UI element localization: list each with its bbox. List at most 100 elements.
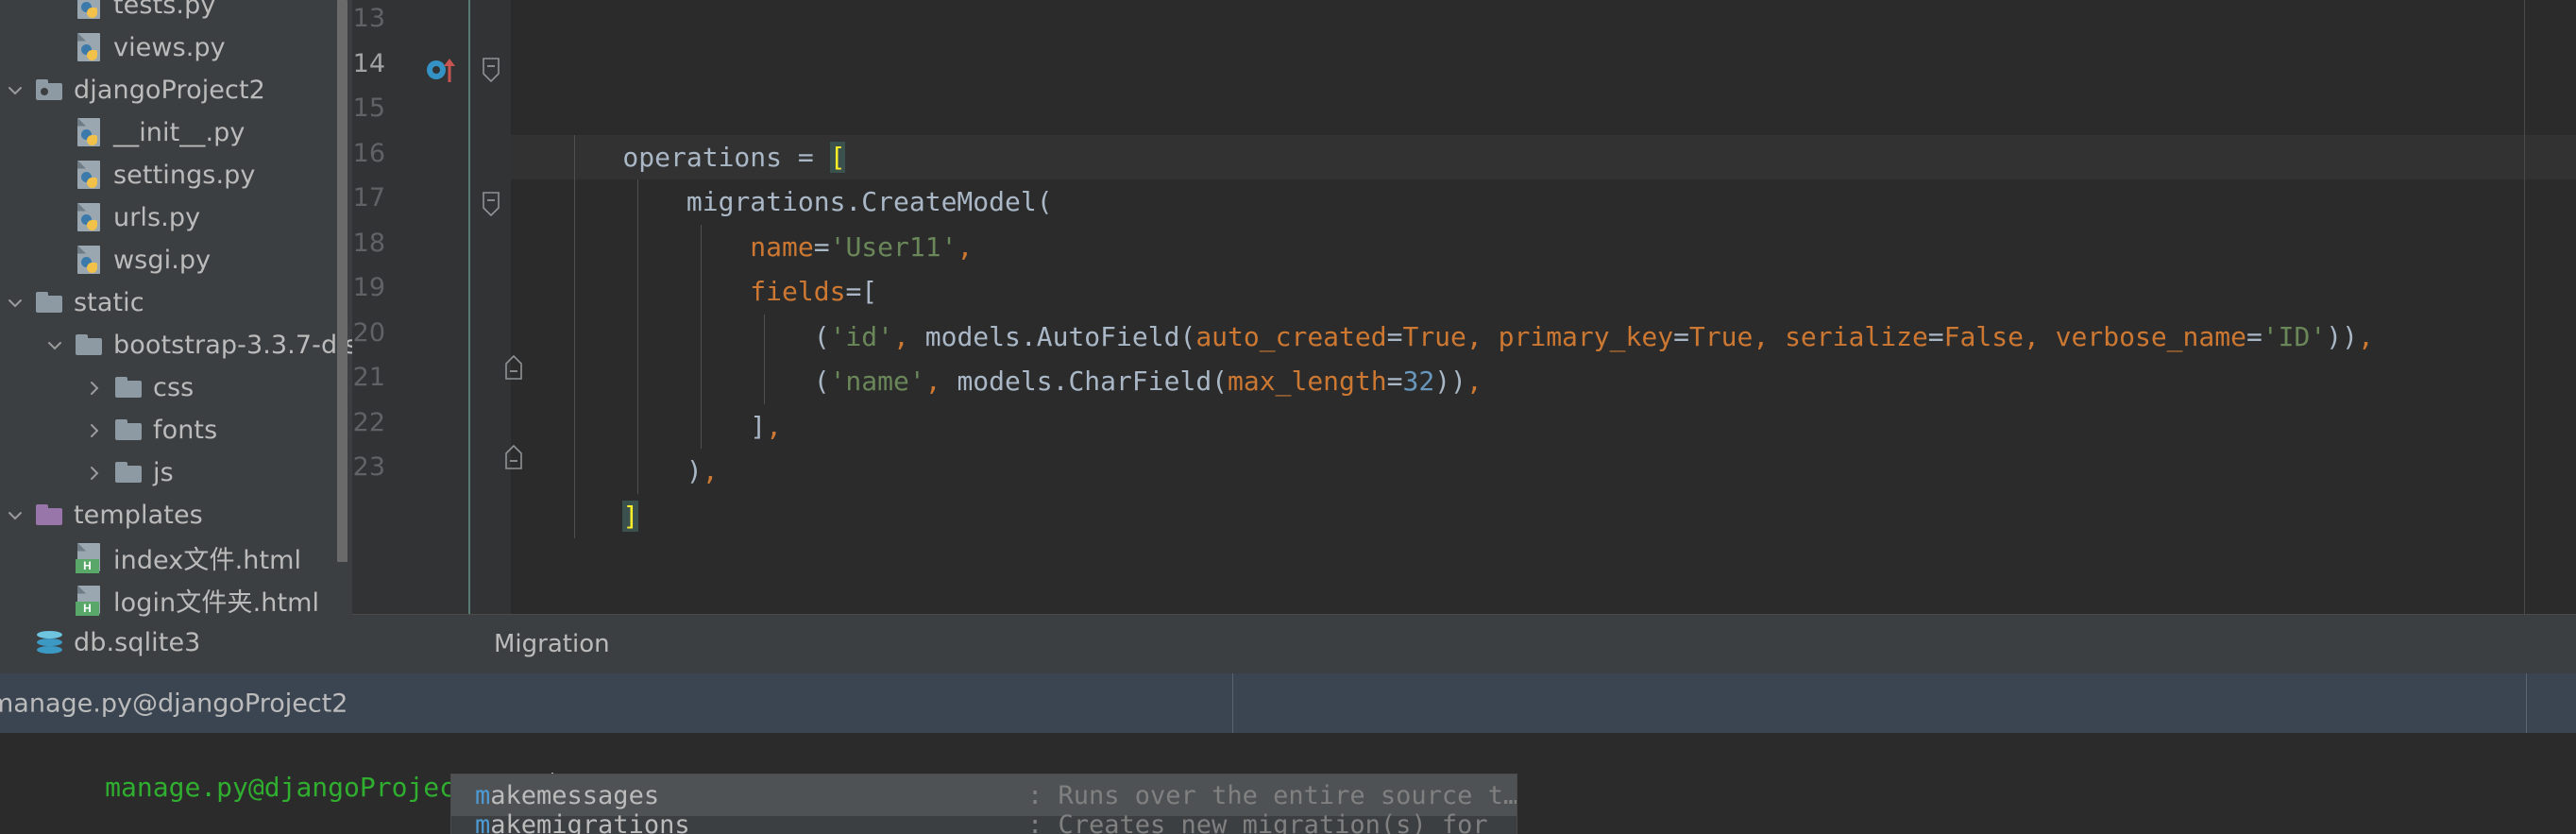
code-token: ,: [893, 320, 909, 352]
editor-code-area[interactable]: operations = [ migrations.CreateModel( n…: [511, 0, 2576, 614]
indent-guide: [637, 269, 638, 315]
code-editor[interactable]: 13 14 15 16 17 18 19 20 21 22 23 operations = [ mi…: [352, 0, 2576, 614]
chevron-right-icon[interactable]: [79, 464, 110, 483]
code-token: auto_created: [1195, 320, 1387, 352]
tree-item[interactable]: fonts: [0, 409, 352, 451]
toolwindow-tab-separator: [1232, 673, 1233, 733]
tree-item[interactable]: Hindex文件.html: [0, 536, 352, 579]
indent-guide: [764, 314, 765, 359]
code-token: False: [1943, 320, 2024, 352]
python-file-icon: [70, 160, 110, 191]
code-line[interactable]: ('name', models.CharField(max_length=32)…: [511, 359, 2576, 404]
tree-item[interactable]: templates: [0, 494, 352, 536]
tree-item[interactable]: db.sqlite3: [0, 621, 352, 664]
chevron-down-icon[interactable]: [0, 294, 30, 313]
indent-guide: [701, 359, 702, 404]
ide-window: tests.py views.py djangoProject2 __init__.p…: [0, 0, 2576, 834]
tree-item-label: wsgi.py: [113, 246, 212, 275]
indent-guide: [574, 269, 575, 315]
code-line[interactable]: name='User11',: [511, 224, 2576, 269]
code-line[interactable]: operations = [: [511, 134, 2576, 179]
code-token: ,: [957, 230, 974, 263]
tree-item[interactable]: views.py: [0, 26, 352, 69]
folder-icon: [110, 461, 149, 485]
line-number: 16: [352, 138, 385, 168]
tree-item-label: index文件.html: [113, 546, 302, 575]
code-token: migrations.CreateModel(: [559, 186, 1053, 217]
indent-guide: [637, 224, 638, 269]
code-token: 32: [1402, 366, 1435, 397]
tree-item-label: css: [153, 373, 195, 402]
tree-item[interactable]: urls.py: [0, 196, 352, 239]
code-line[interactable]: ],: [511, 403, 2576, 449]
code-line[interactable]: migrations.CreateModel(: [511, 179, 2576, 225]
code-token: 'name': [829, 366, 925, 397]
tree-item-label: views.py: [113, 33, 226, 62]
breadcrumb-migration[interactable]: Migration: [494, 630, 610, 658]
tree-item-label: templates: [74, 501, 203, 530]
tree-item[interactable]: tests.py: [0, 0, 352, 26]
code-token: ]: [559, 410, 767, 442]
line-number: 14: [352, 48, 385, 78]
project-tree-sidebar[interactable]: tests.py views.py djangoProject2 __init__.p…: [0, 0, 352, 673]
tree-item[interactable]: __init__.py: [0, 111, 352, 154]
indent-guide: [701, 224, 702, 269]
tree-item[interactable]: js: [0, 451, 352, 494]
tree-item[interactable]: bootstrap-3.3.7-dis: [0, 324, 352, 366]
tree-item-label: static: [74, 288, 144, 317]
code-fold-toggle-icon[interactable]: [480, 324, 522, 380]
code-line[interactable]: [511, 90, 2576, 135]
chevron-right-icon[interactable]: [79, 379, 110, 398]
code-fold-toggle-icon[interactable]: [480, 414, 522, 469]
folder-icon: [70, 333, 110, 357]
indent-guide: [574, 493, 575, 538]
html-file-icon: H: [70, 542, 110, 573]
editor-breadcrumb-bar[interactable]: Migration: [352, 614, 2576, 673]
editor-fold-gutter[interactable]: [468, 0, 522, 614]
code-token: 'User11': [829, 230, 958, 263]
tree-item[interactable]: djangoProject2: [0, 69, 352, 111]
code-line[interactable]: ('id', models.AutoField(auto_created=Tru…: [511, 314, 2576, 359]
override-method-icon[interactable]: [426, 54, 460, 88]
indent-guide: [574, 359, 575, 404]
code-token: serialize: [1785, 320, 1928, 352]
tree-item-label: urls.py: [113, 203, 201, 232]
code-token: max_length: [1228, 366, 1387, 397]
tree-item[interactable]: css: [0, 366, 352, 409]
line-number: 19: [352, 273, 385, 302]
code-fold-toggle-icon[interactable]: [480, 55, 502, 89]
tree-item[interactable]: static: [0, 281, 352, 324]
code-fold-toggle-icon[interactable]: [480, 189, 502, 223]
chevron-down-icon[interactable]: [40, 336, 70, 355]
chevron-right-icon[interactable]: [79, 421, 110, 440]
indent-guide: [574, 449, 575, 494]
tree-item-label: settings.py: [113, 161, 256, 190]
code-token: ,: [1466, 320, 1483, 352]
indent-guide: [574, 403, 575, 449]
run-toolwindow-tabstrip[interactable]: manage.py@djangoProject2: [0, 673, 2576, 733]
tree-item[interactable]: settings.py: [0, 154, 352, 196]
editor-line-number-gutter[interactable]: 13 14 15 16 17 18 19 20 21 22 23: [352, 0, 468, 614]
code-line[interactable]: ]: [511, 493, 2576, 538]
chevron-down-icon[interactable]: [0, 506, 30, 525]
command-autocomplete-popup[interactable]: makemessages: Runs over the entire sourc…: [451, 774, 1517, 834]
code-line[interactable]: fields=[: [511, 269, 2576, 315]
tree-item[interactable]: Hlogin文件夹.html: [0, 579, 352, 621]
templates-folder-icon: [30, 503, 70, 527]
code-line[interactable]: [511, 538, 2576, 584]
code-token: )): [1434, 366, 1466, 397]
folder-icon: [30, 291, 70, 315]
code-token: True: [1688, 320, 1754, 352]
code-line[interactable]: ),: [511, 449, 2576, 494]
tree-item[interactable]: wsgi.py: [0, 239, 352, 281]
run-tab-manage-py[interactable]: manage.py@djangoProject2: [0, 689, 347, 718]
code-token: (: [559, 366, 830, 397]
indent-guide: [637, 359, 638, 404]
python-file-icon: [70, 202, 110, 233]
autocomplete-item[interactable]: makemigrations: Creates new migration(s)…: [451, 810, 1517, 834]
chevron-down-icon[interactable]: [0, 81, 30, 100]
